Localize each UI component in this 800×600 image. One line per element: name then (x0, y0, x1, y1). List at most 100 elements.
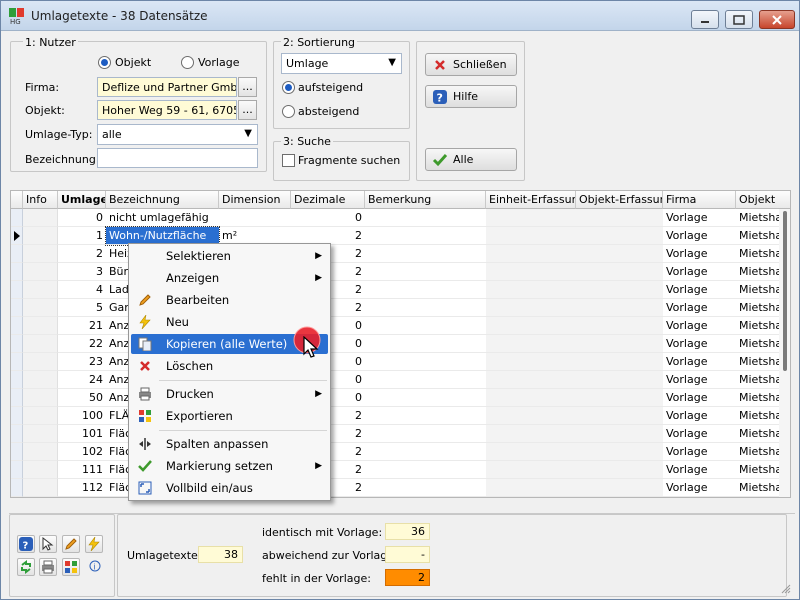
dimension-cell[interactable] (219, 209, 291, 227)
minimize-button[interactable] (691, 10, 719, 29)
umlage-cell[interactable]: 50 (58, 389, 106, 407)
print-tool-button[interactable] (39, 558, 57, 576)
menu-item-spalten-anpassen[interactable]: Spalten anpassen (131, 434, 328, 454)
fragmente-checkbox[interactable] (282, 154, 295, 167)
schliessen-button[interactable]: Schließen (425, 53, 517, 76)
table-row[interactable]: 0 nicht umlagefähig 0 Vorlage Mietsha (11, 209, 790, 227)
info-cell[interactable] (23, 227, 58, 245)
umlage-cell[interactable]: 101 (58, 425, 106, 443)
bemerkung-cell[interactable] (365, 263, 486, 281)
bemerkung-cell[interactable] (365, 461, 486, 479)
info-icon[interactable]: i (89, 560, 101, 572)
row-indicator[interactable] (11, 443, 23, 461)
vertical-scrollbar[interactable] (779, 209, 790, 497)
radio-vorlage[interactable] (181, 56, 194, 69)
menu-item-drucken[interactable]: Drucken ▶ (131, 384, 328, 404)
umlage-cell[interactable]: 23 (58, 353, 106, 371)
firma-cell[interactable]: Vorlage (663, 425, 736, 443)
bemerkung-cell[interactable] (365, 245, 486, 263)
title-bar[interactable]: HG Umlagetexte - 38 Datensätze (1, 1, 799, 31)
objekt-erfassung-cell[interactable] (576, 353, 663, 371)
column-header-bemerkung[interactable]: Bemerkung (365, 191, 486, 209)
objekt-erfassung-cell[interactable] (576, 479, 663, 497)
einheit-erfassung-cell[interactable] (486, 299, 576, 317)
firma-cell[interactable]: Vorlage (663, 389, 736, 407)
firma-cell[interactable]: Vorlage (663, 461, 736, 479)
row-indicator[interactable] (11, 227, 23, 245)
einheit-erfassung-cell[interactable] (486, 479, 576, 497)
dezimale-cell[interactable]: 0 (291, 209, 365, 227)
objekt-erfassung-cell[interactable] (576, 407, 663, 425)
row-indicator[interactable] (11, 479, 23, 497)
bemerkung-cell[interactable] (365, 281, 486, 299)
firma-cell[interactable]: Vorlage (663, 281, 736, 299)
bemerkung-cell[interactable] (365, 407, 486, 425)
einheit-erfassung-cell[interactable] (486, 371, 576, 389)
row-indicator[interactable] (11, 335, 23, 353)
objekt-erfassung-cell[interactable] (576, 425, 663, 443)
column-header-dimension[interactable]: Dimension (219, 191, 291, 209)
firma-browse-button[interactable]: ... (238, 77, 257, 97)
einheit-erfassung-cell[interactable] (486, 227, 576, 245)
firma-cell[interactable]: Vorlage (663, 317, 736, 335)
info-cell[interactable] (23, 245, 58, 263)
alle-button[interactable]: Alle (425, 148, 517, 171)
column-header-objekt-erfassung[interactable]: Objekt-Erfassung (576, 191, 663, 209)
resize-grip-icon[interactable] (781, 584, 791, 594)
menu-item-selektieren[interactable]: Selektieren ▶ (131, 246, 328, 266)
objekt-erfassung-cell[interactable] (576, 461, 663, 479)
sortierung-select[interactable]: Umlage ▼ (281, 53, 402, 74)
einheit-erfassung-cell[interactable] (486, 425, 576, 443)
column-header-firma[interactable]: Firma (663, 191, 736, 209)
einheit-erfassung-cell[interactable] (486, 443, 576, 461)
row-indicator[interactable] (11, 245, 23, 263)
bemerkung-cell[interactable] (365, 335, 486, 353)
close-button[interactable] (759, 10, 795, 29)
umlage-cell[interactable]: 1 (58, 227, 106, 245)
info-cell[interactable] (23, 263, 58, 281)
info-cell[interactable] (23, 371, 58, 389)
bezeichnung-input[interactable] (97, 148, 258, 168)
info-cell[interactable] (23, 443, 58, 461)
info-cell[interactable] (23, 353, 58, 371)
objekt-erfassung-cell[interactable] (576, 317, 663, 335)
firma-cell[interactable]: Vorlage (663, 209, 736, 227)
column-header-umlage[interactable]: Umlage (58, 191, 106, 209)
umlage-cell[interactable]: 21 (58, 317, 106, 335)
bemerkung-cell[interactable] (365, 443, 486, 461)
help-tool-button[interactable]: ? (17, 535, 35, 553)
row-indicator[interactable] (11, 281, 23, 299)
bemerkung-cell[interactable] (365, 353, 486, 371)
hilfe-button[interactable]: ? Hilfe (425, 85, 517, 108)
firma-cell[interactable]: Vorlage (663, 299, 736, 317)
objekt-erfassung-cell[interactable] (576, 281, 663, 299)
firma-cell[interactable]: Vorlage (663, 353, 736, 371)
objekt-erfassung-cell[interactable] (576, 209, 663, 227)
bemerkung-cell[interactable] (365, 299, 486, 317)
info-cell[interactable] (23, 461, 58, 479)
radio-aufsteigend[interactable] (282, 81, 295, 94)
bezeichnung-cell[interactable]: nicht umlagefähig (106, 209, 219, 227)
new-tool-button[interactable] (85, 535, 103, 553)
menu-item-exportieren[interactable]: Exportieren (131, 406, 328, 426)
firma-cell[interactable]: Vorlage (663, 227, 736, 245)
menu-item-anzeigen[interactable]: Anzeigen ▶ (131, 268, 328, 288)
column-header-bezeichnung[interactable]: Bezeichnung (106, 191, 219, 209)
row-indicator[interactable] (11, 353, 23, 371)
einheit-erfassung-cell[interactable] (486, 335, 576, 353)
bemerkung-cell[interactable] (365, 371, 486, 389)
row-indicator[interactable] (11, 371, 23, 389)
einheit-erfassung-cell[interactable] (486, 353, 576, 371)
column-header-einheit-erfassung[interactable]: Einheit-Erfassung (486, 191, 576, 209)
row-indicator[interactable] (11, 209, 23, 227)
objekt-field[interactable]: Hoher Weg 59 - 61, 67059 Lu (97, 100, 237, 120)
export-tool-button[interactable] (62, 558, 80, 576)
umlage-cell[interactable]: 24 (58, 371, 106, 389)
info-cell[interactable] (23, 479, 58, 497)
objekt-erfassung-cell[interactable] (576, 227, 663, 245)
objekt-erfassung-cell[interactable] (576, 335, 663, 353)
info-cell[interactable] (23, 317, 58, 335)
einheit-erfassung-cell[interactable] (486, 389, 576, 407)
column-header-info[interactable]: Info (23, 191, 58, 209)
row-indicator[interactable] (11, 461, 23, 479)
